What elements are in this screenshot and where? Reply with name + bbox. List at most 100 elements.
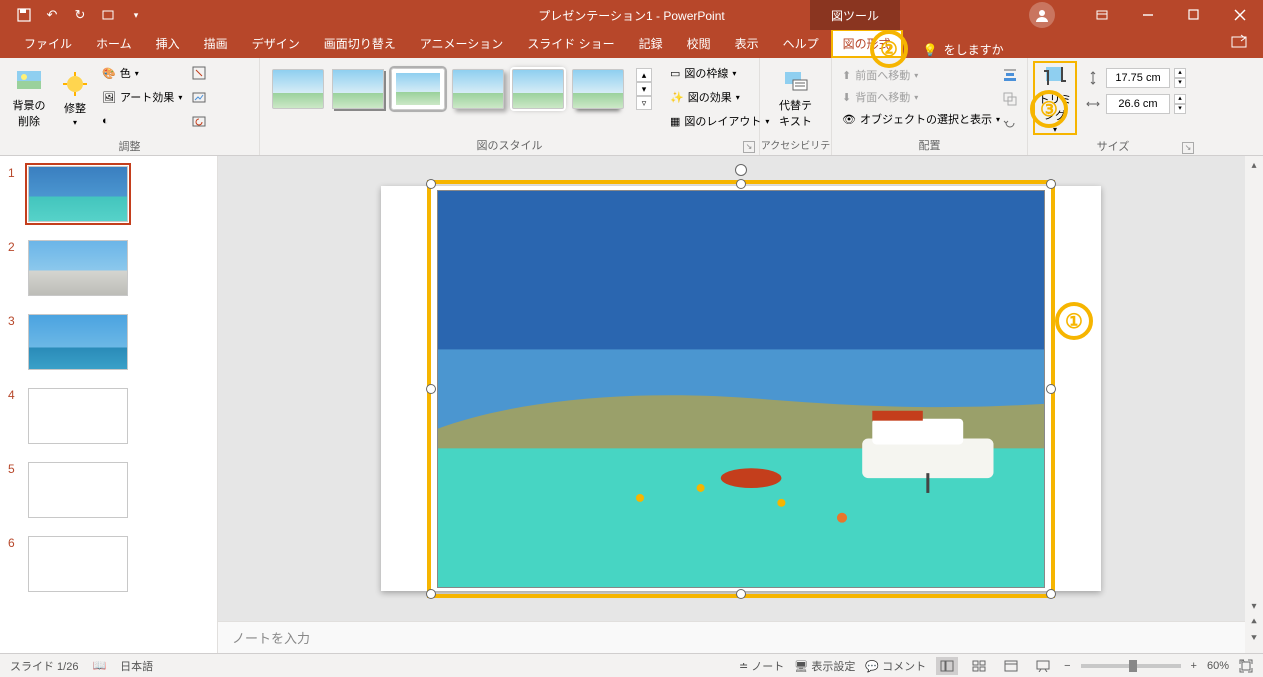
ribbon-display-button[interactable] (1079, 0, 1125, 30)
slideshow-button[interactable] (1032, 657, 1054, 675)
undo-button[interactable]: ↶ (40, 3, 64, 27)
transparency-button[interactable]: ◐ (98, 110, 186, 132)
selection-pane-button[interactable]: 👁オブジェクトの選択と表示 ▾ (838, 108, 1021, 130)
crop-button[interactable]: トリミング ▾ (1034, 62, 1076, 134)
spin-up[interactable]: ▴ (1174, 94, 1186, 104)
minimize-button[interactable] (1125, 0, 1171, 30)
resize-handle-se[interactable] (1046, 589, 1056, 599)
height-input[interactable] (1106, 68, 1170, 88)
dialog-launcher[interactable]: ↘ (743, 141, 755, 153)
tab-draw[interactable]: 描画 (192, 29, 240, 58)
change-picture-button[interactable] (188, 86, 210, 108)
gallery-more-button[interactable]: ▿ (636, 96, 652, 110)
reset-picture-button[interactable] (188, 110, 210, 132)
slide-thumbnail-1[interactable] (28, 166, 128, 222)
compress-pictures-button[interactable] (188, 62, 210, 84)
gallery-down-button[interactable]: ▾ (636, 82, 652, 96)
picture-styles-gallery[interactable]: ▴ ▾ ▿ (266, 62, 658, 116)
spellcheck-icon[interactable]: 📖 (92, 659, 106, 672)
resize-handle-s[interactable] (736, 589, 746, 599)
start-from-beginning-button[interactable] (96, 3, 120, 27)
tab-transitions[interactable]: 画面切り替え (312, 29, 408, 58)
spin-down[interactable]: ▾ (1174, 104, 1186, 114)
spin-up[interactable]: ▴ (1174, 68, 1186, 78)
zoom-level[interactable]: 60% (1207, 660, 1229, 672)
slide-counter[interactable]: スライド 1/26 (10, 658, 78, 674)
tell-me-search[interactable]: 💡 をしますか (923, 41, 1004, 58)
tab-home[interactable]: ホーム (84, 29, 144, 58)
gallery-up-button[interactable]: ▴ (636, 68, 652, 82)
width-field[interactable]: ▴▾ (1084, 94, 1186, 114)
style-item[interactable] (572, 69, 624, 109)
next-slide-button[interactable]: ⯆ (1246, 633, 1262, 649)
group-button[interactable] (999, 88, 1021, 110)
normal-view-button[interactable] (936, 657, 958, 675)
style-item[interactable] (332, 69, 384, 109)
redo-button[interactable]: ↻ (68, 3, 92, 27)
dialog-launcher[interactable]: ↘ (1182, 142, 1194, 154)
resize-handle-e[interactable] (1046, 384, 1056, 394)
share-button[interactable] (1231, 34, 1249, 50)
scroll-up-button[interactable]: ▴ (1246, 160, 1262, 176)
height-field[interactable]: ▴▾ (1084, 68, 1186, 88)
selected-picture[interactable] (431, 184, 1051, 594)
resize-handle-ne[interactable] (1046, 179, 1056, 189)
notes-pane[interactable]: ノートを入力 (218, 621, 1263, 653)
zoom-handle[interactable] (1129, 660, 1137, 672)
slide-thumbnail-6[interactable] (28, 536, 128, 592)
resize-handle-nw[interactable] (426, 179, 436, 189)
tab-animations[interactable]: アニメーション (408, 29, 516, 58)
zoom-out-button[interactable]: − (1064, 660, 1070, 672)
display-settings-button[interactable]: 🖥 表示設定 (794, 658, 855, 674)
send-backward-button[interactable]: ⬇背面へ移動 ▾ (838, 86, 1021, 108)
style-item[interactable] (272, 69, 324, 109)
vertical-scrollbar[interactable]: ▴ ▾ ⯅ ⯆ (1245, 156, 1263, 653)
width-input[interactable] (1106, 94, 1170, 114)
color-button[interactable]: 🎨色 ▾ (98, 62, 186, 84)
tab-picture-format[interactable]: 図の形式 (831, 29, 903, 58)
remove-background-button[interactable]: 背景の 削除 (6, 62, 52, 134)
resize-handle-n[interactable] (736, 179, 746, 189)
tab-file[interactable]: ファイル (12, 29, 84, 58)
collapse-ribbon-button[interactable]: ˆ (1241, 659, 1257, 675)
slide-thumbnail-5[interactable] (28, 462, 128, 518)
comments-button[interactable]: 💬 コメント (865, 658, 926, 674)
picture-border-button[interactable]: ▭図の枠線 ▾ (666, 62, 773, 84)
tab-design[interactable]: デザイン (240, 29, 312, 58)
slide-thumbnail-4[interactable] (28, 388, 128, 444)
tab-record[interactable]: 記録 (627, 29, 675, 58)
zoom-slider[interactable] (1081, 664, 1181, 668)
tab-view[interactable]: 表示 (723, 29, 771, 58)
spin-down[interactable]: ▾ (1174, 78, 1186, 88)
qat-customize-icon[interactable]: ▾ (124, 3, 148, 27)
tab-slideshow[interactable]: スライド ショー (515, 29, 626, 58)
current-slide[interactable] (381, 186, 1101, 591)
save-button[interactable] (12, 3, 36, 27)
account-avatar[interactable] (1029, 2, 1055, 28)
notes-toggle[interactable]: ≐ ノート (739, 658, 784, 674)
style-item[interactable] (512, 69, 564, 109)
slide-canvas[interactable] (218, 156, 1263, 621)
reading-view-button[interactable] (1000, 657, 1022, 675)
tab-help[interactable]: ヘルプ (771, 29, 831, 58)
rotate-button[interactable] (999, 112, 1021, 134)
tab-insert[interactable]: 挿入 (144, 29, 192, 58)
scroll-down-button[interactable]: ▾ (1246, 601, 1262, 617)
align-button[interactable] (999, 64, 1021, 86)
style-item[interactable] (392, 69, 444, 109)
zoom-in-button[interactable]: + (1191, 660, 1197, 672)
slide-thumbnails-pane[interactable]: 1 2 3 4 5 6 (0, 156, 218, 653)
artistic-effects-button[interactable]: 🖼アート効果 ▾ (98, 86, 186, 108)
tab-review[interactable]: 校閲 (675, 29, 723, 58)
slide-thumbnail-2[interactable] (28, 240, 128, 296)
style-item[interactable] (452, 69, 504, 109)
bring-forward-button[interactable]: ⬆前面へ移動 ▾ (838, 64, 1021, 86)
alt-text-button[interactable]: 代替テ キスト (766, 62, 825, 134)
close-button[interactable] (1217, 0, 1263, 30)
language-indicator[interactable]: 日本語 (120, 658, 153, 674)
prev-slide-button[interactable]: ⯅ (1246, 617, 1262, 633)
corrections-button[interactable]: 修整 ▾ (54, 62, 96, 134)
slide-thumbnail-3[interactable] (28, 314, 128, 370)
resize-handle-w[interactable] (426, 384, 436, 394)
picture-effects-button[interactable]: ✨図の効果 ▾ (666, 86, 773, 108)
